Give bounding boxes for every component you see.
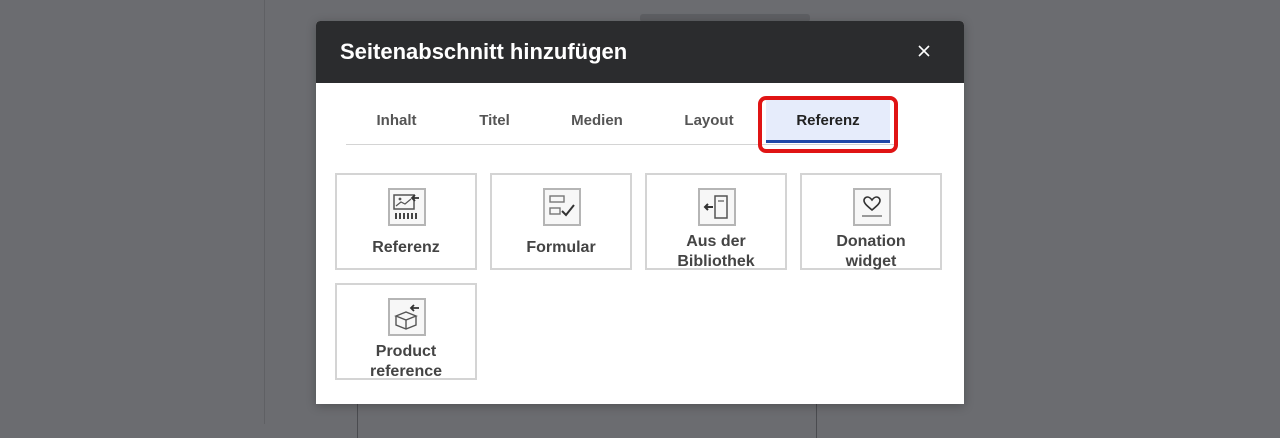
form-icon <box>543 188 581 226</box>
tab-referenz[interactable]: Referenz <box>766 97 890 143</box>
tab-layout[interactable]: Layout <box>652 97 766 143</box>
card-label-line: reference <box>369 363 443 380</box>
card-label-line: Aus der <box>686 233 746 250</box>
card-label: Product reference <box>341 342 471 382</box>
card-label-line: Bibliothek <box>677 253 755 270</box>
background-page-divider <box>264 0 265 424</box>
dialog-header: Seitenabschnitt hinzufügen <box>316 21 964 83</box>
card-label: Formular <box>526 239 596 256</box>
add-section-dialog: Seitenabschnitt hinzufügen Inhalt Titel … <box>316 21 964 404</box>
tab-inhalt[interactable]: Inhalt <box>346 97 447 143</box>
product-reference-icon <box>388 298 426 336</box>
tab-medien[interactable]: Medien <box>542 97 652 143</box>
reference-icon <box>388 188 426 226</box>
card-label-line: Product <box>375 343 437 360</box>
donation-icon <box>853 188 891 226</box>
card-referenz[interactable]: Referenz <box>335 173 477 270</box>
card-label-line: widget <box>845 253 897 270</box>
card-donation-widget[interactable]: Donation widget <box>800 173 942 270</box>
card-formular[interactable]: Formular <box>490 173 632 270</box>
close-icon <box>918 45 930 57</box>
tab-titel[interactable]: Titel <box>447 97 542 143</box>
dialog-title: Seitenabschnitt hinzufügen <box>340 39 628 64</box>
section-type-tabs: Inhalt Titel Medien Layout Referenz <box>346 97 894 145</box>
card-aus-der-bibliothek[interactable]: Aus der Bibliothek <box>645 173 787 270</box>
background-page-box <box>357 398 817 438</box>
card-label: Donation widget <box>806 232 936 272</box>
card-product-reference[interactable]: Product reference <box>335 283 477 380</box>
card-label-line: Donation <box>836 233 906 250</box>
close-button[interactable] <box>910 37 938 65</box>
library-icon <box>698 188 736 226</box>
card-label: Aus der Bibliothek <box>651 232 781 272</box>
card-label: Referenz <box>372 239 440 256</box>
